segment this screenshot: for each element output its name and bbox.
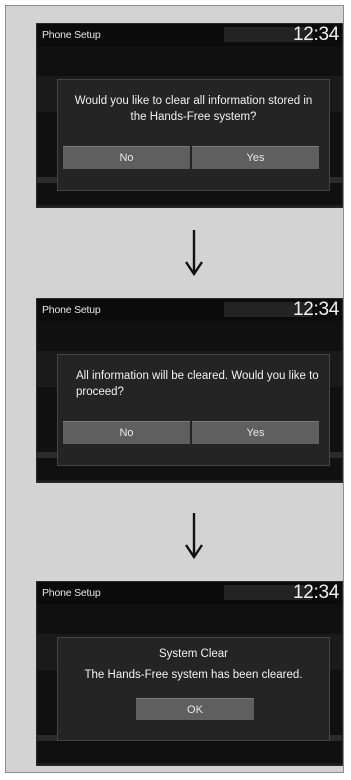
clock: 12:34 [292,299,339,320]
confirm-dialog: All information will be cleared. Would y… [57,354,330,466]
no-button[interactable]: No [63,146,190,169]
screen-step-1: Phone Setup 12:34 Would you like to clea… [36,23,343,208]
top-bar: Phone Setup 12:34 [37,24,342,46]
confirm-dialog: Would you like to clear all information … [57,79,330,191]
screen-bottom-edge [37,480,342,482]
dialog-message: All information will be cleared. Would y… [76,370,319,398]
screen-step-2: Phone Setup 12:34 All information will b… [36,298,343,483]
top-bar: Phone Setup 12:34 [37,299,342,321]
screen-bottom-edge [37,205,342,207]
down-arrow-icon [184,511,204,561]
ok-button[interactable]: OK [136,698,254,720]
top-bar: Phone Setup 12:34 [37,582,342,604]
screen-bottom-edge [37,763,342,765]
screen-title: Phone Setup [42,304,101,316]
instruction-panel: Phone Setup 12:34 Would you like to clea… [5,5,344,773]
dialog-heading: System Clear [158,648,229,660]
screen-step-3: Phone Setup 12:34 System Clear The Hands… [36,581,343,766]
down-arrow-icon [184,228,204,278]
yes-button[interactable]: Yes [192,421,319,444]
clock: 12:34 [292,582,339,603]
screen-title: Phone Setup [42,29,101,41]
dialog-message: Would you like to clear all information … [74,95,313,123]
dialog-message: The Hands-Free system has been cleared. [84,669,303,681]
yes-button[interactable]: Yes [192,146,319,169]
screen-title: Phone Setup [42,587,101,599]
no-button[interactable]: No [63,421,190,444]
clock: 12:34 [292,24,339,45]
system-clear-dialog: System Clear The Hands-Free system has b… [57,637,330,741]
